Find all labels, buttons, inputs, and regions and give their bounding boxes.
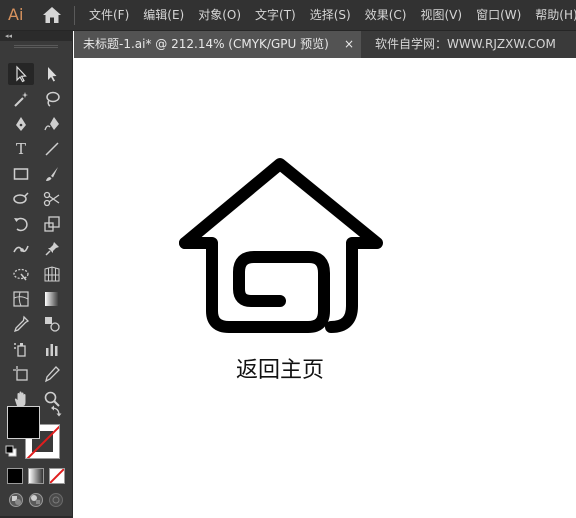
site-tab[interactable]: 软件自学网：WWW.RJZXW.COM <box>365 31 556 58</box>
collapse-panel-icon[interactable]: ◂◂ <box>5 32 12 40</box>
menu-help[interactable]: 帮助(H) <box>528 0 576 31</box>
lasso-tool[interactable] <box>39 88 65 110</box>
artboard-tool[interactable] <box>8 363 34 385</box>
home-button[interactable] <box>42 6 62 24</box>
menu-file[interactable]: 文件(F) <box>82 0 136 31</box>
shaper-icon <box>13 192 29 204</box>
direct-selection-arrow-icon <box>48 67 57 82</box>
type-tool[interactable]: T <box>8 138 34 160</box>
scissors-tool[interactable] <box>39 188 65 210</box>
panel-grip[interactable] <box>14 45 58 48</box>
symbol-sprayer-icon <box>14 343 26 357</box>
scissors-icon <box>43 191 60 207</box>
rotate-tool[interactable] <box>8 213 34 235</box>
lasso-icon <box>46 91 60 107</box>
free-transform-icon <box>13 268 29 281</box>
line-segment-tool[interactable] <box>39 138 65 160</box>
paintbrush-tool[interactable] <box>39 163 65 185</box>
app-logo: Ai <box>8 5 24 24</box>
default-colors-icon[interactable] <box>5 445 17 457</box>
selection-tool[interactable] <box>8 63 34 85</box>
tools-panel-header: ◂◂ <box>0 31 73 41</box>
magic-wand-tool[interactable] <box>8 88 34 110</box>
paintbrush-icon <box>46 167 58 181</box>
column-graph-tool[interactable] <box>39 338 65 360</box>
mesh-icon <box>13 291 29 307</box>
curvature-pen-icon <box>44 117 59 131</box>
fill-swatch[interactable] <box>7 406 40 439</box>
magic-wand-icon <box>14 92 28 107</box>
rectangle-icon <box>13 168 29 180</box>
rectangle-tool[interactable] <box>8 163 34 185</box>
close-tab-icon[interactable]: × <box>341 31 357 58</box>
menu-bar: Ai 文件(F) 编辑(E) 对象(O) 文字(T) 选择(S) 效果(C) 视… <box>0 0 576 31</box>
pen-tool[interactable] <box>8 113 34 135</box>
draw-normal-icon[interactable] <box>8 492 24 508</box>
menu-effect[interactable]: 效果(C) <box>358 0 414 31</box>
gradient-mode-button[interactable] <box>28 468 44 484</box>
menu-select[interactable]: 选择(S) <box>303 0 358 31</box>
menu-window[interactable]: 窗口(W) <box>469 0 528 31</box>
pushpin-icon <box>45 242 59 256</box>
slice-tool[interactable] <box>39 363 65 385</box>
menu-object[interactable]: 对象(O) <box>191 0 248 31</box>
puppet-warp-tool[interactable] <box>8 238 34 260</box>
menu-view[interactable]: 视图(V) <box>413 0 469 31</box>
eyedropper-tool[interactable] <box>8 313 34 335</box>
menu-separator <box>74 6 75 25</box>
document-tab[interactable]: 未标题-1.ai* @ 212.14% (CMYK/GPU 预览) × <box>74 31 361 58</box>
document-tab-bar: 未标题-1.ai* @ 212.14% (CMYK/GPU 预览) × 软件自学… <box>74 31 576 58</box>
house-icon[interactable] <box>174 156 389 341</box>
line-segment-icon <box>45 142 59 156</box>
menu-type[interactable]: 文字(T) <box>248 0 303 31</box>
artwork-caption[interactable]: 返回主页 <box>228 356 332 386</box>
pin-tool[interactable] <box>39 238 65 260</box>
none-slash-icon <box>50 469 64 483</box>
scale-icon <box>44 216 60 232</box>
puppet-warp-icon <box>13 245 29 253</box>
curvature-tool[interactable] <box>39 113 65 135</box>
slice-knife-icon <box>45 366 60 383</box>
mesh-tool[interactable] <box>8 288 34 310</box>
symbol-sprayer-tool[interactable] <box>8 338 34 360</box>
perspective-grid-tool[interactable] <box>39 263 65 285</box>
menu-edit[interactable]: 编辑(E) <box>136 0 191 31</box>
main-menu: 文件(F) 编辑(E) 对象(O) 文字(T) 选择(S) 效果(C) 视图(V… <box>82 0 576 31</box>
shaper-tool[interactable] <box>8 188 34 210</box>
gradient-tool[interactable] <box>39 288 65 310</box>
document-tab-label: 未标题-1.ai* @ 212.14% (CMYK/GPU 预览) <box>83 37 329 51</box>
none-mode-button[interactable] <box>49 468 65 484</box>
blend-icon <box>45 317 60 332</box>
scale-tool[interactable] <box>39 213 65 235</box>
draw-behind-icon[interactable] <box>28 492 44 508</box>
blend-tool[interactable] <box>39 313 65 335</box>
artboard-icon <box>13 366 28 381</box>
free-transform-tool[interactable] <box>8 263 34 285</box>
pen-nib-icon <box>16 117 26 131</box>
tools-panel: ◂◂ T <box>0 31 73 518</box>
home-icon <box>43 7 61 23</box>
swap-fill-stroke-icon[interactable] <box>50 405 62 417</box>
selection-arrow-icon <box>16 65 27 83</box>
column-graph-icon <box>46 344 58 356</box>
draw-inside-icon[interactable] <box>48 492 64 508</box>
rotate-icon <box>14 217 28 232</box>
perspective-grid-icon <box>44 266 60 282</box>
gradient-icon <box>45 292 59 306</box>
eyedropper-icon <box>13 315 30 333</box>
color-mode-button[interactable] <box>7 468 23 484</box>
direct-selection-tool[interactable] <box>39 63 65 85</box>
type-t-icon: T <box>15 140 26 158</box>
artboard-canvas[interactable]: 返回主页 <box>74 58 576 518</box>
